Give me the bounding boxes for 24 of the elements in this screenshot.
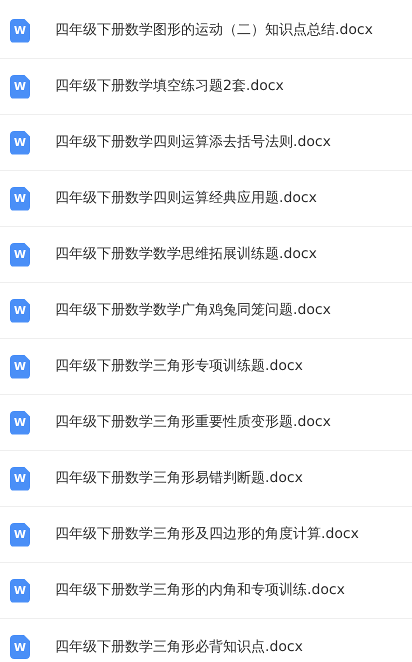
document-icon: W	[10, 354, 30, 378]
document-icon: W	[10, 410, 30, 434]
file-name[interactable]: 四年级下册数学三角形易错判断题.docx	[55, 468, 303, 489]
document-icon: W	[10, 522, 30, 546]
document-icon: W	[10, 18, 30, 42]
file-name[interactable]: 四年级下册数学三角形必背知识点.docx	[55, 636, 303, 658]
document-icon: W	[10, 298, 30, 322]
file-name[interactable]: 四年级下册数学三角形的内角和专项训练.docx	[55, 580, 345, 601]
document-icon: W	[10, 635, 30, 659]
file-name[interactable]: 四年级下册数学三角形专项训练题.docx	[55, 356, 303, 377]
file-name[interactable]: 四年级下册数学三角形重要性质变形题.docx	[55, 412, 331, 433]
document-icon: W	[10, 578, 30, 602]
file-name[interactable]: 四年级下册数学三角形及四边形的角度计算.docx	[55, 524, 359, 545]
document-icon: W	[10, 242, 30, 266]
document-icon: W	[10, 466, 30, 490]
file-name[interactable]: 四年级下册数学填空练习题2套.docx	[55, 76, 284, 97]
file-name[interactable]: 四年级下册数学数学思维拓展训练题.docx	[55, 244, 317, 265]
file-name[interactable]: 四年级下册数学四则运算经典应用题.docx	[55, 188, 317, 209]
file-name[interactable]: 四年级下册数学图形的运动（二）知识点总结.docx	[55, 20, 373, 41]
document-icon: W	[10, 74, 30, 98]
document-icon: W	[10, 130, 30, 154]
file-name[interactable]: 四年级下册数学四则运算添去括号法则.docx	[55, 132, 331, 153]
document-icon: W	[10, 186, 30, 210]
file-name[interactable]: 四年级下册数学数学广角鸡兔同笼问题.docx	[55, 300, 331, 321]
